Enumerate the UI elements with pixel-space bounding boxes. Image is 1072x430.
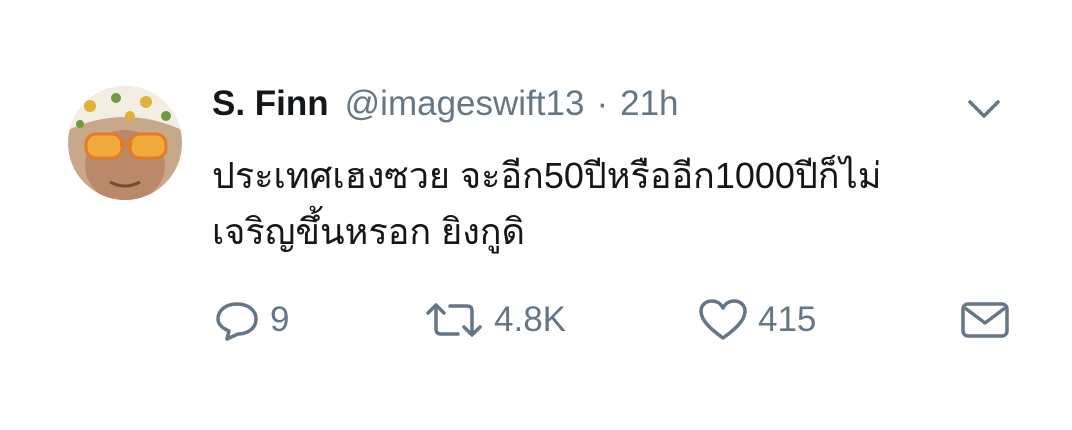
action-bar: 9 4.8K 415 xyxy=(0,292,1072,348)
tweet-card: S. Finn @imageswift13 · 21h ประเทศเฮงซวย… xyxy=(0,0,1072,430)
separator-dot: · xyxy=(596,84,609,123)
envelope-icon xyxy=(960,299,1010,341)
retweet-button[interactable]: 4.8K xyxy=(424,292,566,348)
reply-icon xyxy=(214,299,260,341)
tweet-header: S. Finn @imageswift13 · 21h xyxy=(212,84,679,144)
heart-icon xyxy=(698,298,748,342)
reply-count: 9 xyxy=(270,300,290,339)
user-handle[interactable]: @imageswift13 xyxy=(345,84,585,124)
retweet-count: 4.8K xyxy=(494,300,566,339)
tweet-text-line: ประเทศเฮงซวย จะอีก50ปีหรืออีก1000ปีก็ไม่ xyxy=(212,155,882,196)
tweet-text-line: เจริญขึ้นหรอก ยิงกูดิ xyxy=(212,211,525,252)
tweet-text: ประเทศเฮงซวย จะอีก50ปีหรืออีก1000ปีก็ไม่… xyxy=(212,148,1012,260)
avatar[interactable] xyxy=(68,86,182,200)
chevron-down-icon[interactable] xyxy=(962,92,1006,126)
like-count: 415 xyxy=(758,300,817,339)
retweet-icon xyxy=(424,299,484,341)
direct-message-button[interactable] xyxy=(960,292,1010,348)
timestamp[interactable]: 21h xyxy=(620,84,678,124)
like-button[interactable]: 415 xyxy=(698,292,816,348)
reply-button[interactable]: 9 xyxy=(214,292,289,348)
display-name[interactable]: S. Finn xyxy=(212,84,329,124)
